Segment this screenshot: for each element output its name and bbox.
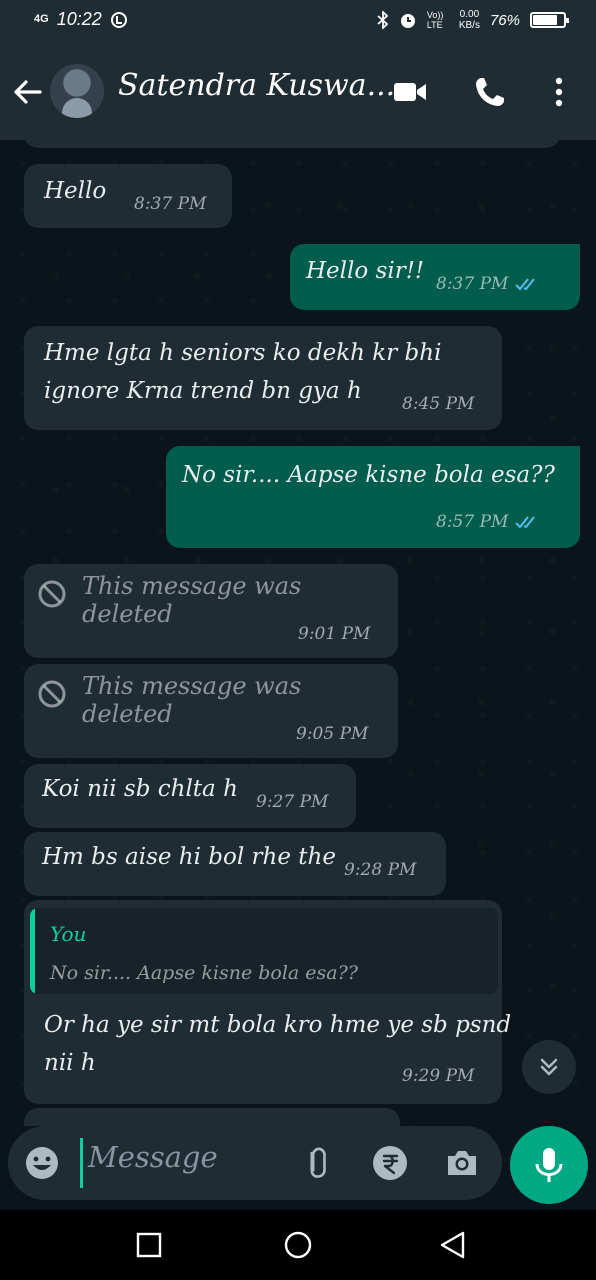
deleted-message-bubble[interactable]: This message was deleted 9:01 PM: [24, 564, 398, 658]
data-speed-unit: KB/s: [458, 20, 480, 31]
message-time: 9:01 PM: [298, 624, 371, 644]
back-triangle-icon[interactable]: [436, 1228, 470, 1262]
message-bubble[interactable]: Hello 8:37 PM: [24, 164, 232, 228]
message-bubble[interactable]: Hme lgta h seniors ko dekh kr bhi ignore…: [24, 326, 502, 430]
back-arrow-icon[interactable]: [10, 74, 46, 110]
status-left: 4G 10:22: [34, 9, 128, 30]
read-ticks-icon: [515, 516, 536, 529]
alarm-icon: [400, 14, 415, 28]
battery-icon: [530, 12, 569, 28]
voice-call-icon[interactable]: [472, 74, 508, 110]
message-text: No sir.... Aapse kisne bola esa??: [182, 462, 555, 488]
chat-area[interactable]: Hello 8:37 PM Hello sir!! 8:37 PM Hme lg…: [0, 140, 596, 1126]
android-nav-bar: [0, 1210, 596, 1280]
chat-header: Satendra Kuswa...: [0, 44, 596, 140]
battery-percent: 76%: [489, 11, 520, 29]
message-time-row: 8:57 PM: [436, 512, 540, 532]
message-bubble-outgoing[interactable]: Hello sir!! 8:37 PM: [290, 244, 580, 310]
data-speed-value: 0.00: [459, 9, 480, 20]
message-bubble[interactable]: Koi nii sb chlta h 9:27 PM: [24, 764, 356, 828]
message-text-line: nii h: [44, 1050, 96, 1076]
contact-name[interactable]: Satendra Kuswa...: [118, 68, 395, 103]
network-indicator: 4G: [34, 13, 49, 25]
message-time: 9:27 PM: [256, 792, 329, 812]
double-chevron-down-icon: [540, 1058, 558, 1076]
message-time: 8:37 PM: [134, 194, 207, 214]
message-input-bar: Message: [8, 1126, 502, 1200]
quote-accent-bar: [30, 908, 35, 994]
message-time: 9:29 PM: [402, 1066, 475, 1086]
message-text: Koi nii sb chlta h: [42, 776, 238, 802]
contact-avatar[interactable]: [50, 64, 104, 118]
message-text: Hello: [44, 178, 107, 204]
message-bubble[interactable]: Hm bs aise hi bol rhe the 9:28 PM: [24, 832, 446, 896]
bluetooth-icon: [377, 11, 389, 29]
deleted-icon: [38, 680, 66, 708]
message-bubble-partial: [24, 1108, 400, 1126]
message-bubble-partial: [24, 140, 560, 148]
camera-icon[interactable]: [444, 1145, 480, 1181]
message-time: 8:57 PM: [436, 512, 509, 532]
status-bar: 4G 10:22 Vo)) LTE 0.00 KB/s 76%: [0, 0, 596, 44]
message-time: 8:37 PM: [436, 274, 509, 294]
attach-icon[interactable]: [298, 1145, 334, 1181]
message-input[interactable]: Message: [88, 1140, 218, 1174]
data-saver-icon: [110, 11, 127, 28]
message-bubble-outgoing[interactable]: No sir.... Aapse kisne bola esa?? 8:57 P…: [166, 446, 580, 548]
quote-text: No sir.... Aapse kisne bola esa??: [50, 962, 358, 984]
quote-author: You: [50, 922, 87, 946]
message-text: Hello sir!!: [306, 258, 425, 284]
recents-square-icon[interactable]: [132, 1228, 166, 1262]
reply-message-bubble[interactable]: You No sir.... Aapse kisne bola esa?? Or…: [24, 900, 511, 1104]
status-right: Vo)) LTE 0.00 KB/s 76%: [377, 9, 569, 31]
message-time-row: 8:37 PM: [436, 274, 540, 294]
emoji-icon[interactable]: [24, 1145, 60, 1181]
message-text: Hm bs aise hi bol rhe the: [42, 844, 336, 870]
message-time: 9:28 PM: [344, 860, 417, 880]
message-text-line: ignore Krna trend bn gya h: [44, 378, 362, 404]
deleted-icon: [38, 580, 66, 608]
data-speed: 0.00 KB/s: [459, 9, 480, 31]
mic-icon: [535, 1148, 563, 1182]
video-call-icon[interactable]: [392, 74, 428, 110]
deleted-message-bubble[interactable]: This message was deleted 9:05 PM: [24, 664, 398, 758]
status-time: 10:22: [56, 9, 102, 29]
message-text-line: Hme lgta h seniors ko dekh kr bhi: [44, 340, 442, 366]
read-ticks-icon: [515, 278, 536, 291]
message-text-line: Or ha ye sir mt bola kro hme ye sb psnd: [44, 1012, 512, 1038]
scroll-to-bottom-button[interactable]: [522, 1040, 576, 1094]
rupee-payment-icon[interactable]: [372, 1145, 408, 1181]
home-circle-icon[interactable]: [281, 1228, 315, 1262]
message-time: 8:45 PM: [402, 394, 475, 414]
deleted-message-text: This message was deleted: [82, 572, 302, 628]
mic-button[interactable]: [510, 1126, 588, 1204]
text-cursor: [80, 1138, 83, 1188]
battery-fill: [533, 15, 558, 25]
volte-indicator: Vo)) LTE: [426, 10, 444, 30]
deleted-message-text: This message was deleted: [82, 672, 302, 728]
more-vert-icon[interactable]: [541, 74, 577, 110]
quoted-message[interactable]: You No sir.... Aapse kisne bola esa??: [30, 908, 498, 994]
message-time: 9:05 PM: [296, 724, 369, 744]
